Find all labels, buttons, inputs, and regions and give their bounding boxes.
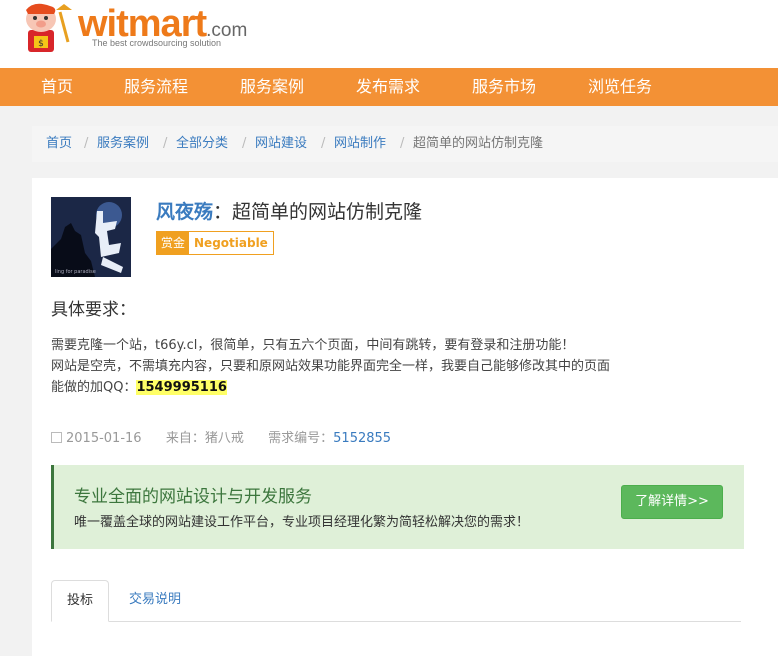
task-title: 超简单的网站仿制克隆 [232, 201, 423, 223]
avatar-caption: ling for paradise [55, 269, 96, 275]
pig-mascot-icon: $ [26, 3, 72, 52]
author-link[interactable]: 风夜殇 [156, 201, 213, 223]
tab-bid[interactable]: 投标 [51, 580, 110, 622]
nav-item-cases[interactable]: 服务案例 [240, 68, 304, 106]
page-title: 风夜殇：超简单的网站仿制克隆 [156, 198, 422, 226]
main-nav: 首页 服务流程 服务案例 发布需求 服务市场 浏览任务 [0, 68, 778, 106]
task-card: ling for paradise 风夜殇：超简单的网站仿制克隆 赏金 Nego… [32, 178, 778, 656]
reward-value: Negotiable [194, 236, 268, 250]
contact-prefix: 能做的加QQ： [51, 380, 137, 395]
breadcrumb-separator: / [242, 136, 247, 151]
breadcrumb-separator: / [84, 136, 89, 151]
learn-more-button[interactable]: 了解详情>> [621, 485, 723, 519]
breadcrumb-separator: / [163, 136, 168, 151]
breadcrumb-cases[interactable]: 服务案例 [97, 126, 149, 162]
tab-bar: 投标 交易说明 [51, 580, 741, 622]
avatar-image: ling for paradise [51, 197, 131, 277]
task-meta: 2015-01-16 来自：猪八戒 需求编号：5152855 [51, 427, 391, 446]
requirements-contact: 能做的加QQ：1549995116 [51, 377, 610, 398]
nav-item-post-request[interactable]: 发布需求 [356, 68, 420, 106]
breadcrumb-web-production[interactable]: 网站制作 [334, 126, 386, 162]
requirements-heading: 具体要求： [51, 300, 136, 320]
nav-item-browse-tasks[interactable]: 浏览任务 [588, 68, 652, 106]
breadcrumb: 首页 / 服务案例 / 全部分类 / 网站建设 / 网站制作 / 超简单的网站仿… [32, 126, 778, 162]
breadcrumb-current: 超简单的网站仿制克隆 [413, 136, 544, 151]
breadcrumb-home[interactable]: 首页 [46, 126, 72, 162]
breadcrumb-separator: / [400, 136, 405, 151]
title-separator: ： [213, 201, 233, 223]
witmart-logo[interactable]: $ witmart.com The best crowdsourcing sol… [14, 2, 274, 60]
requirements-line: 网站是空壳，不需填充内容，只要和原网站效果功能界面完全一样，我要自己能够修改其中… [51, 359, 611, 374]
logo-tagline: The best crowdsourcing solution [92, 38, 222, 48]
promo-title: 专业全面的网站设计与开发服务 [74, 487, 312, 507]
breadcrumb-web-building[interactable]: 网站建设 [255, 126, 307, 162]
breadcrumb-separator: / [321, 136, 326, 151]
task-id-label: 需求编号： [268, 431, 334, 446]
task-id: 5152855 [333, 431, 392, 446]
tab-transaction-info[interactable]: 交易说明 [114, 580, 196, 620]
promo-banner: 专业全面的网站设计与开发服务 唯一覆盖全球的网站建设工作平台，专业项目经理化繁为… [51, 465, 744, 549]
reward-label: 赏金 [157, 232, 190, 254]
breadcrumb-all-categories[interactable]: 全部分类 [176, 126, 228, 162]
task-date: 2015-01-16 [66, 431, 142, 446]
requirements-text: 需要克隆一个站，t66y.cl，很简单，只有五六个页面，中间有跳转，要有登录和注… [51, 335, 610, 398]
nav-item-process[interactable]: 服务流程 [124, 68, 188, 106]
calendar-icon [51, 432, 62, 443]
nav-item-market[interactable]: 服务市场 [472, 68, 536, 106]
reward-badge: 赏金 Negotiable [156, 231, 274, 255]
requirements-line: 需要克隆一个站，t66y.cl，很简单，只有五六个页面，中间有跳转，要有登录和注… [51, 338, 575, 353]
contact-qq: 1549995116 [136, 380, 227, 395]
nav-item-home[interactable]: 首页 [41, 68, 73, 106]
task-source: 来自：猪八戒 [165, 431, 244, 446]
avatar[interactable]: ling for paradise [51, 197, 131, 277]
site-header: $ witmart.com The best crowdsourcing sol… [0, 0, 778, 68]
promo-description: 唯一覆盖全球的网站建设工作平台，专业项目经理化繁为简轻松解决您的需求！ [74, 515, 530, 530]
svg-text:$: $ [38, 39, 44, 49]
